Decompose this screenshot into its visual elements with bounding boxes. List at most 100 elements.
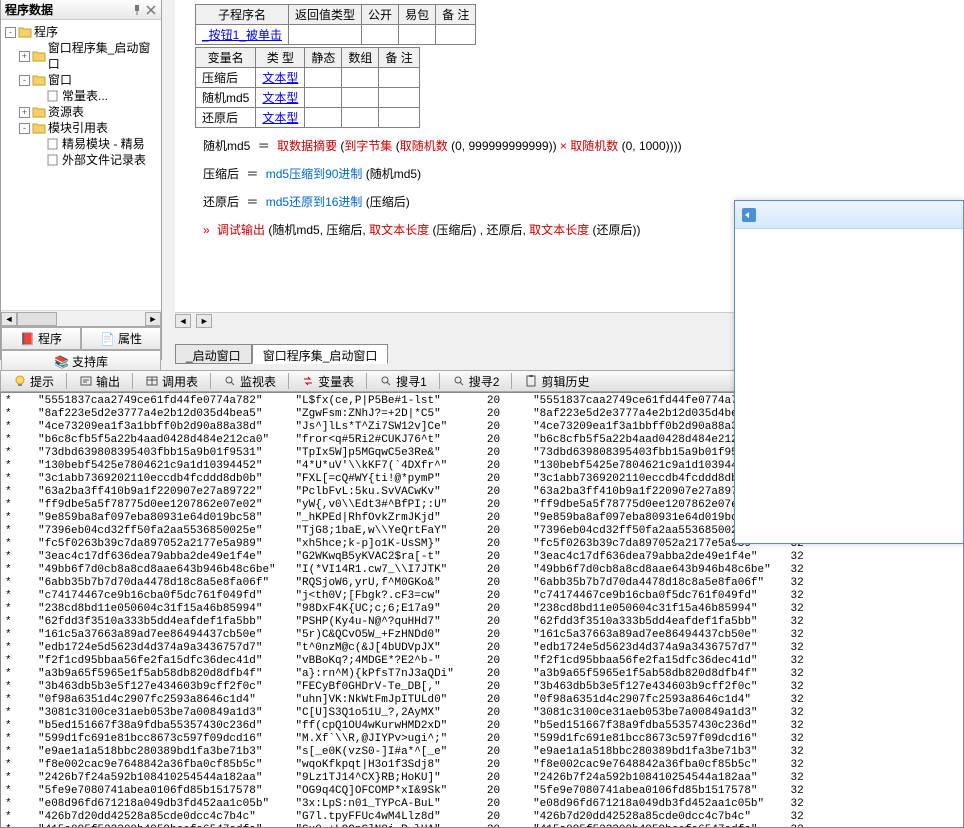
separator — [439, 373, 440, 389]
table-cell[interactable] — [305, 88, 342, 108]
console-row: * "5fe9e7080741abea0106fd85b1517578" "OG… — [5, 785, 959, 798]
tree-label: 资源表 — [48, 104, 84, 120]
table-header: 变量名 — [196, 48, 256, 68]
table-cell[interactable]: 文本型 — [256, 88, 305, 108]
table-header: 备 注 — [379, 48, 419, 68]
debug-btn-label: 提示 — [30, 373, 54, 390]
page-icon — [46, 154, 60, 166]
table-cell[interactable]: 文本型 — [256, 108, 305, 128]
table-cell[interactable] — [436, 25, 476, 45]
subroutine-table[interactable]: 子程序名返回值类型公开易包备 注_按钮1_被单击 — [195, 4, 476, 45]
find-icon — [379, 374, 393, 388]
tree-toggle-icon[interactable]: + — [19, 107, 30, 118]
code-line-1[interactable]: 随机md5 ＝ 取数据摘要 (到字节集 (取随机数 (0, 9999999999… — [195, 136, 944, 156]
page-icon — [46, 90, 60, 102]
console-row: * "238cd8bd11e050604c31f15a46b85994" "98… — [5, 603, 959, 616]
pin-icon[interactable] — [131, 4, 143, 16]
editor-tab[interactable]: 窗口程序集_启动窗口 — [252, 344, 389, 364]
floating-window-titlebar[interactable] — [735, 201, 963, 229]
debug-btn-搜寻1[interactable]: 搜寻1 — [373, 372, 433, 391]
folder-icon — [32, 106, 46, 118]
tree-toggle-icon[interactable]: - — [19, 75, 30, 86]
tree-hscrollbar[interactable]: ◄ ► — [1, 310, 161, 326]
console-row: * "e08d96fd671218a049db3fd452aa1c05b" "3… — [5, 798, 959, 811]
tree-toggle-icon[interactable]: + — [19, 51, 30, 62]
console-row: * "426b7d20dd42528a85cde0dcc4c7b4c" "G7l… — [5, 811, 959, 824]
debug-btn-监视表[interactable]: 监视表 — [217, 372, 282, 391]
table-icon — [145, 374, 159, 388]
debug-btn-label: 调用表 — [162, 373, 198, 390]
table-cell[interactable] — [399, 25, 436, 45]
close-icon[interactable] — [145, 4, 157, 16]
tree-toggle-icon[interactable]: - — [19, 123, 30, 134]
console-row: * "161c5a37663a89ad7ee86494437cb50e" "5r… — [5, 629, 959, 642]
table-cell[interactable] — [379, 88, 419, 108]
table-cell[interactable] — [305, 68, 342, 88]
app-logo-icon — [741, 207, 757, 223]
table-header: 备 注 — [436, 5, 476, 25]
table-header: 类 型 — [256, 48, 305, 68]
tree-item[interactable]: +窗口程序集_启动窗口 — [3, 40, 159, 72]
table-cell[interactable] — [362, 25, 399, 45]
table-cell[interactable]: 文本型 — [256, 68, 305, 88]
tree-item[interactable]: - 程序 — [3, 24, 159, 40]
console-row: * "49bb6f7d0cb8a8cd8aae643b946b48c6be" "… — [5, 564, 959, 577]
debug-btn-搜寻2[interactable]: 搜寻2 — [446, 372, 506, 391]
tab-program[interactable]: 📕程序 — [1, 327, 81, 350]
table-cell[interactable] — [342, 88, 379, 108]
watch-icon — [223, 374, 237, 388]
console-row: * "3b463db5b3e5f127e434603b9cff2f0c" "FE… — [5, 681, 959, 694]
tree-item[interactable]: 外部文件记录表 — [3, 152, 159, 168]
debug-btn-输出[interactable]: 输出 — [73, 372, 126, 391]
prop-icon: 📄 — [100, 332, 115, 346]
debug-btn-提示[interactable]: 提示 — [7, 372, 60, 391]
tree-item[interactable]: 常量表... — [3, 88, 159, 104]
folder-icon — [18, 26, 32, 38]
table-cell[interactable]: _按钮1_被单击 — [196, 25, 289, 45]
tree-label: 常量表... — [62, 88, 108, 104]
table-cell[interactable] — [379, 68, 419, 88]
program-data-panel: 程序数据 - 程序+窗口程序集_启动窗口-窗口常量表... + 资源表 - 模块引用表精易… — [0, 0, 162, 360]
table-cell[interactable]: 压缩后 — [196, 68, 256, 88]
tree-label: 模块引用表 — [48, 120, 108, 136]
panel-title: 程序数据 — [5, 1, 53, 18]
tab-attributes[interactable]: 📄属性 — [81, 327, 161, 350]
tree-item[interactable]: - 模块引用表 — [3, 120, 159, 136]
console-row: * "a3b9a65f5965e1f5ab58db820d8dfb4f" "a}… — [5, 668, 959, 681]
variable-table[interactable]: 变量名类 型静态数组备 注压缩后文本型随机md5文本型还原后文本型 — [195, 47, 420, 128]
scroll-left-icon[interactable]: ◄ — [1, 312, 17, 326]
floating-window[interactable] — [734, 200, 964, 544]
console-row: * "e9ae1a1a518bbc280389bd1fa3be71b3" "s[… — [5, 746, 959, 759]
debug-btn-剪辑历史[interactable]: 剪辑历史 — [518, 372, 595, 391]
debug-btn-调用表[interactable]: 调用表 — [139, 372, 204, 391]
table-cell[interactable]: 还原后 — [196, 108, 256, 128]
page-icon — [46, 138, 60, 150]
tree-item[interactable]: -窗口 — [3, 72, 159, 88]
table-cell[interactable] — [342, 68, 379, 88]
console-row: * "0f98a6351d4c2907fc2593a8646c1d4" "uhn… — [5, 694, 959, 707]
scroll-left-icon[interactable]: ◄ — [175, 314, 191, 328]
console-row: * "415a095f522300b4959bcefa6547adfa" "Gx… — [5, 824, 959, 828]
table-cell[interactable]: 随机md5 — [196, 88, 256, 108]
table-cell[interactable] — [379, 108, 419, 128]
console-row: * "62fdd3f3510a333b5dd4eafdef1fa5bb" "PS… — [5, 616, 959, 629]
code-line-2[interactable]: 压缩后 ＝ md5压缩到90进制 (随机md5) — [195, 164, 944, 184]
arrow-icon: » — [203, 223, 210, 237]
project-tree[interactable]: - 程序+窗口程序集_启动窗口-窗口常量表... + 资源表 - 模块引用表精易模块 - … — [1, 20, 161, 310]
scroll-thumb[interactable] — [17, 312, 57, 326]
scroll-right-icon[interactable]: ► — [145, 312, 161, 326]
tree-toggle-icon[interactable]: - — [5, 27, 16, 38]
scroll-right-icon[interactable]: ► — [196, 314, 212, 328]
tree-item[interactable]: + 资源表 — [3, 104, 159, 120]
table-cell[interactable] — [305, 108, 342, 128]
debug-btn-变量表[interactable]: 变量表 — [295, 372, 360, 391]
debug-btn-label: 搜寻2 — [469, 373, 500, 390]
book-icon: 📕 — [20, 332, 35, 346]
console-row: * "b5ed151667f38a9fdba55357430c236d" "ff… — [5, 720, 959, 733]
table-cell[interactable] — [289, 25, 362, 45]
folder-icon — [32, 74, 46, 86]
tree-label: 程序 — [34, 24, 58, 40]
tree-item[interactable]: 精易模块 - 精易 — [3, 136, 159, 152]
table-cell[interactable] — [342, 108, 379, 128]
editor-tab[interactable]: _启动窗口 — [175, 344, 252, 364]
